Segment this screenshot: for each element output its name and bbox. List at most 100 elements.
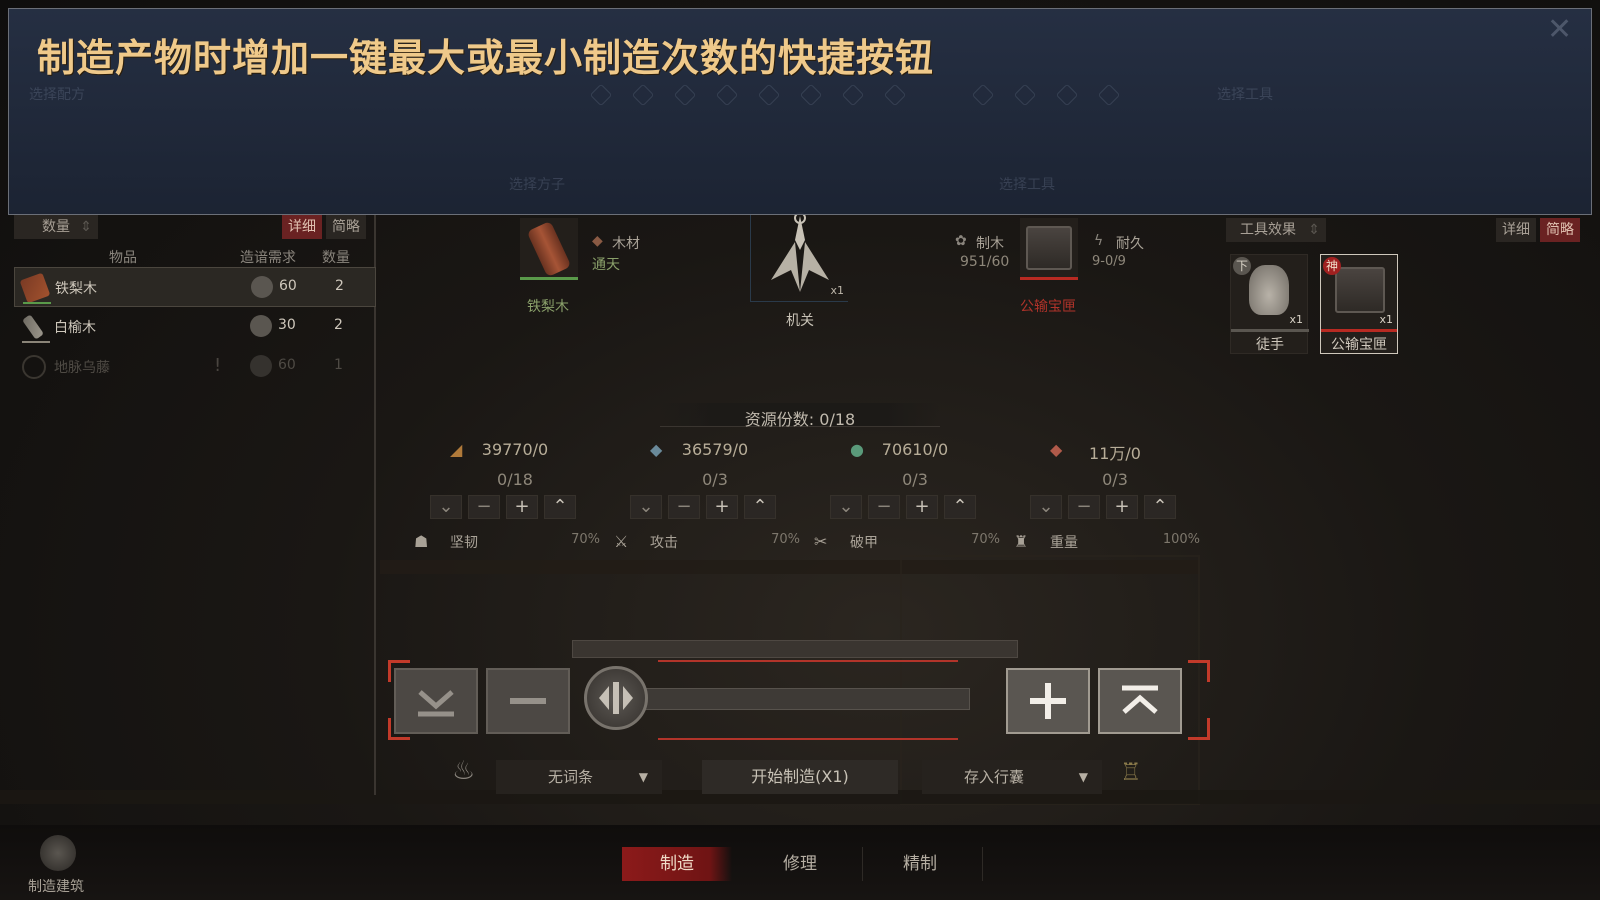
- skill-value: 951/60: [960, 254, 1010, 270]
- tool-divider: [1231, 329, 1309, 332]
- min-button[interactable]: ⌄: [1030, 495, 1062, 519]
- min-button[interactable]: ⌄: [630, 495, 662, 519]
- min-button[interactable]: ⌄: [830, 495, 862, 519]
- decrement-button[interactable]: −: [868, 495, 900, 519]
- armor-break-icon: ✂: [814, 532, 828, 551]
- ghost-tool-icon: [1055, 83, 1079, 107]
- close-icon[interactable]: ✕: [1547, 15, 1577, 45]
- tab-detail[interactable]: 详细: [1496, 218, 1536, 242]
- frame-corner-icon: [1188, 718, 1210, 740]
- material-type-value: 通天: [592, 257, 620, 273]
- product-count: x1: [830, 284, 844, 297]
- build-label: 制造建筑: [28, 879, 84, 895]
- increment-button[interactable]: +: [906, 495, 938, 519]
- tool-count: x1: [1289, 313, 1303, 326]
- tab-brief[interactable]: 简略: [1540, 218, 1580, 242]
- affix-select-value: 无词条: [548, 768, 594, 786]
- tool-durability-bar: [1020, 277, 1078, 280]
- tool-effect-label: 工具效果: [1240, 222, 1296, 238]
- ghost-tool-icon: [1013, 83, 1037, 107]
- increment-count-button[interactable]: [1006, 668, 1090, 734]
- slider-thumb[interactable]: [584, 666, 648, 730]
- item-quality-bar: [23, 302, 51, 304]
- banner-title: 制造产物时增加一键最大或最小制造次数的快捷按钮: [37, 36, 935, 80]
- min-count-button[interactable]: [394, 668, 478, 734]
- tool-effect-dropdown[interactable]: 工具效果 ⇕: [1226, 218, 1326, 242]
- carpentry-icon: [250, 355, 272, 377]
- stat-name: 破甲: [850, 535, 878, 551]
- tool-card[interactable]: 下 x1 徒手: [1230, 254, 1309, 354]
- tool-card[interactable]: 神 x1 公输宝匣: [1320, 254, 1398, 354]
- hand-icon: [1249, 265, 1289, 315]
- item-name: 地脉乌藤: [54, 360, 110, 376]
- stat-percent: 70%: [571, 532, 600, 547]
- sort-arrow-icon: ⇕: [1308, 222, 1320, 238]
- tab-craft[interactable]: 制造: [622, 847, 732, 881]
- frame-red-line: [658, 738, 958, 740]
- slider-track[interactable]: [598, 688, 970, 710]
- vine-icon: [22, 355, 46, 379]
- ghost-label: 选择工具: [999, 177, 1055, 193]
- affix-select[interactable]: 无词条 ▼: [496, 760, 662, 794]
- tab-divider: [982, 847, 983, 881]
- decrement-button[interactable]: −: [1068, 495, 1100, 519]
- treasure-box-icon: [1335, 267, 1385, 313]
- ghost-tool-icon: [757, 83, 781, 107]
- tab-repair[interactable]: 修理: [745, 847, 855, 881]
- max-button[interactable]: ⌃: [1144, 495, 1176, 519]
- max-button[interactable]: ⌃: [944, 495, 976, 519]
- tool-slot[interactable]: [1020, 218, 1078, 280]
- double-chevron-down-icon: [418, 690, 454, 717]
- list-item[interactable]: 地脉乌藤 ! 60 1: [14, 347, 376, 387]
- sort-label: 数量: [42, 219, 70, 235]
- start-craft-button[interactable]: 开始制造(X1): [702, 760, 898, 794]
- ghost-tool-icon: [841, 83, 865, 107]
- double-chevron-up-icon: [1122, 685, 1158, 714]
- resource-stepper: ⌄ − + ⌃: [830, 495, 1000, 519]
- stat-name: 重量: [1050, 535, 1078, 551]
- item-name: 白榆木: [54, 320, 96, 336]
- max-count-button[interactable]: [1098, 668, 1182, 734]
- tab-refine[interactable]: 精制: [865, 847, 975, 881]
- ghost-tool-icon: [883, 83, 907, 107]
- resource-total: 39770/0: [481, 440, 549, 459]
- item-requirement: 30: [278, 317, 296, 333]
- sort-arrow-icon: ⇕: [80, 219, 92, 235]
- tab-brief[interactable]: 简略: [326, 215, 366, 239]
- resource-stepper: ⌄ − + ⌃: [1030, 495, 1200, 519]
- decrement-count-button[interactable]: [486, 668, 570, 734]
- material-slot[interactable]: [520, 218, 578, 280]
- tool-count: x1: [1379, 313, 1393, 326]
- item-quantity: 2: [334, 317, 343, 333]
- tool-name: 公输宝匣: [1331, 337, 1387, 353]
- max-button[interactable]: ⌃: [744, 495, 776, 519]
- resource-total: 11万/0: [1089, 444, 1141, 463]
- minus-icon: [510, 698, 546, 704]
- resource-total: 36579/0: [681, 440, 749, 459]
- weight-icon: ♜: [1014, 532, 1029, 551]
- grade-badge: 下: [1233, 257, 1251, 275]
- decrement-button[interactable]: −: [668, 495, 700, 519]
- resource-column: ◆ 11万/0 0/3 ⌄ − + ⌃ ♜ 重量 100%: [1014, 440, 1210, 560]
- resource-portions-bar: 资源份数: 0/18: [660, 403, 940, 429]
- stat-percent: 100%: [1162, 532, 1200, 547]
- min-button[interactable]: ⌄: [430, 495, 462, 519]
- frame-corner-icon: [1188, 660, 1210, 682]
- increment-button[interactable]: +: [1106, 495, 1138, 519]
- carpentry-icon: [250, 315, 272, 337]
- build-button[interactable]: 制造建筑: [20, 829, 96, 897]
- resource-count: 0/3: [1102, 470, 1128, 489]
- list-item[interactable]: 白榆木 30 2: [14, 307, 376, 347]
- store-select[interactable]: 存入行囊 ▼: [922, 760, 1102, 794]
- sort-dropdown[interactable]: 数量 ⇕: [14, 215, 98, 239]
- tab-detail[interactable]: 详细: [282, 215, 322, 239]
- list-item[interactable]: 铁梨木 60 2: [14, 267, 376, 307]
- max-button[interactable]: ⌃: [544, 495, 576, 519]
- header-quantity: 数量: [322, 250, 350, 266]
- chevron-down-icon: ▼: [638, 770, 648, 784]
- increment-button[interactable]: +: [706, 495, 738, 519]
- item-name: 铁梨木: [55, 281, 97, 297]
- resource-column: ● 70610/0 0/3 ⌄ − + ⌃ ✂ 破甲 70%: [814, 440, 1010, 560]
- increment-button[interactable]: +: [506, 495, 538, 519]
- decrement-button[interactable]: −: [468, 495, 500, 519]
